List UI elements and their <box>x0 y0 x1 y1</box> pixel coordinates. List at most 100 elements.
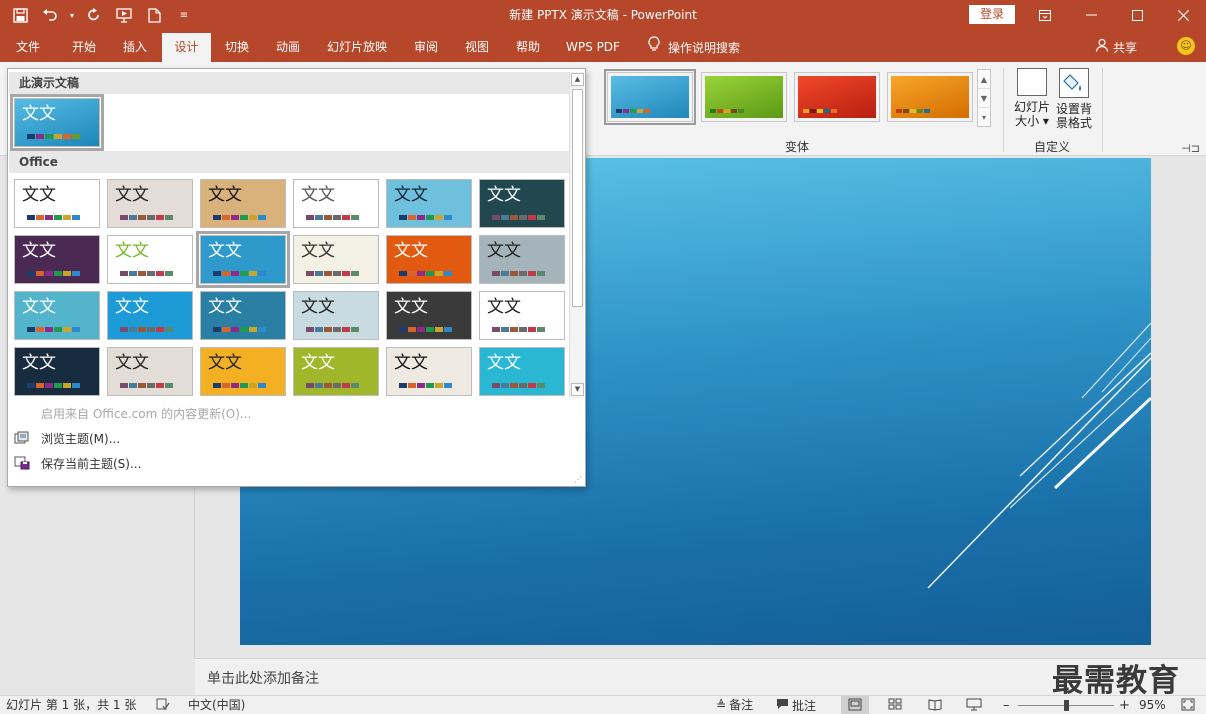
feedback-smiley-icon[interactable]: ☺ <box>1177 37 1195 55</box>
ribbon-tab-bar: 文件 开始 插入 设计 切换 动画 幻灯片放映 审阅 视图 帮助 WPS PDF… <box>0 30 1206 62</box>
variant-3[interactable] <box>794 72 880 122</box>
browse-themes-item[interactable]: 浏览主题(M)... <box>8 430 568 448</box>
current-theme-thumbnail[interactable]: 文文 <box>10 94 104 151</box>
theme-colors <box>399 271 452 276</box>
theme-thumbnail[interactable]: 文文 <box>14 347 100 396</box>
resize-grip-icon[interactable]: ⋰ <box>574 475 582 484</box>
start-from-beginning-icon[interactable] <box>112 3 136 27</box>
tab-slide-show[interactable]: 幻灯片放映 <box>320 33 394 62</box>
undo-dropdown-icon[interactable]: ▾ <box>68 3 76 27</box>
theme-glyph: 文文 <box>394 297 428 317</box>
theme-thumbnail[interactable]: 文文 <box>293 347 379 396</box>
theme-thumbnail[interactable]: 文文 <box>200 291 286 340</box>
variant-4[interactable] <box>887 72 973 122</box>
zoom-level[interactable]: 95% <box>1139 698 1166 713</box>
undo-icon[interactable] <box>38 3 62 27</box>
normal-view-icon[interactable] <box>841 696 869 714</box>
fit-to-window-icon[interactable] <box>1181 698 1195 714</box>
gallery-scroll-up-icon[interactable]: ▲ <box>978 70 990 89</box>
theme-thumbnail[interactable]: 文文 <box>107 179 193 228</box>
theme-colors <box>120 327 173 332</box>
theme-thumbnail[interactable]: 文文 <box>107 291 193 340</box>
gallery-more-icon[interactable]: ▾ <box>978 108 990 127</box>
maximize-icon[interactable] <box>1114 0 1160 30</box>
customize-toolbar-icon[interactable]: ≡ <box>172 3 196 27</box>
zoom-slider-thumb[interactable] <box>1064 700 1069 711</box>
theme-glyph: 文文 <box>487 241 521 261</box>
ribbon-display-options-icon[interactable] <box>1022 0 1068 30</box>
status-bar: 幻灯片 第 1 张，共 1 张 中文(中国) ≜ 备注 批注 – + 95% <box>0 695 1206 714</box>
theme-thumbnail[interactable]: 文文 <box>293 235 379 284</box>
tab-animations[interactable]: 动画 <box>264 33 312 62</box>
tab-help[interactable]: 帮助 <box>504 33 552 62</box>
theme-thumbnail[interactable]: 文文 <box>200 179 286 228</box>
theme-thumbnail[interactable]: 文文 <box>107 347 193 396</box>
pin-ribbon-icon[interactable]: ⊣⊐ <box>1181 142 1200 155</box>
scrollbar-thumb[interactable] <box>572 89 583 307</box>
tab-view[interactable]: 视图 <box>453 33 501 62</box>
variant-1[interactable] <box>604 69 696 125</box>
theme-thumbnail[interactable]: 文文 <box>14 291 100 340</box>
theme-thumbnail[interactable]: 文文 <box>293 179 379 228</box>
zoom-in-icon[interactable]: + <box>1119 698 1130 713</box>
theme-thumbnail[interactable]: 文文 <box>293 291 379 340</box>
save-icon[interactable] <box>8 3 32 27</box>
quick-access-toolbar: ▾ ≡ <box>8 0 196 30</box>
reading-view-icon[interactable] <box>928 698 942 714</box>
slide-show-view-icon[interactable] <box>966 698 982 714</box>
theme-colors <box>306 271 359 276</box>
theme-colors <box>213 271 266 276</box>
tab-review[interactable]: 审阅 <box>402 33 450 62</box>
theme-thumbnail[interactable]: 文文 <box>479 291 565 340</box>
theme-glyph: 文文 <box>22 241 56 261</box>
gallery-scroll-down-icon[interactable]: ▼ <box>978 89 990 108</box>
theme-thumbnail[interactable]: 文文 <box>200 347 286 396</box>
theme-thumbnail[interactable]: 文文 <box>386 179 472 228</box>
theme-thumbnail[interactable]: 文文 <box>107 235 193 284</box>
theme-thumbnail[interactable]: 文文 <box>479 347 565 396</box>
close-icon[interactable] <box>1160 0 1206 30</box>
format-background-button[interactable]: 设置背 景格式 <box>1053 68 1095 130</box>
theme-thumbnail[interactable]: 文文 <box>14 235 100 284</box>
share-button[interactable]: 共享 <box>1095 33 1137 62</box>
theme-thumbnail[interactable]: 文文 <box>386 235 472 284</box>
slide-sorter-view-icon[interactable] <box>888 698 902 714</box>
tell-me-search[interactable]: 操作说明搜索 <box>648 33 740 62</box>
theme-thumbnail[interactable]: 文文 <box>386 291 472 340</box>
tab-design[interactable]: 设计 <box>162 33 211 62</box>
spell-check-icon[interactable] <box>156 698 170 714</box>
scroll-down-icon[interactable]: ▼ <box>571 383 584 396</box>
theme-glyph: 文文 <box>115 353 149 373</box>
scroll-up-icon[interactable]: ▲ <box>571 73 584 86</box>
slide-size-label-2: 大小 ▾ <box>1015 114 1049 128</box>
themes-gallery-dropdown: 此演示文稿 文文 Office 文文 文文 文文 文文 文文 文文 文文 文文 文文 文文 文文 文文… <box>7 68 586 487</box>
variant-2[interactable] <box>701 72 787 122</box>
themes-scrollbar[interactable]: ▲ ▼ <box>569 72 584 398</box>
new-document-icon[interactable] <box>142 3 166 27</box>
tab-wps-pdf[interactable]: WPS PDF <box>560 33 626 62</box>
theme-glyph: 文文 <box>301 185 335 205</box>
tab-transitions[interactable]: 切换 <box>213 33 261 62</box>
theme-colors <box>306 327 359 332</box>
language-status[interactable]: 中文(中国) <box>188 698 245 713</box>
slide-size-button[interactable]: 幻灯片 大小 ▾ <box>1011 68 1053 128</box>
theme-thumbnail[interactable]: 文文 <box>14 179 100 228</box>
login-button[interactable]: 登录 <box>969 5 1015 24</box>
zoom-out-icon[interactable]: – <box>1003 698 1010 713</box>
slide-count-status[interactable]: 幻灯片 第 1 张，共 1 张 <box>6 698 136 713</box>
theme-thumbnail[interactable]: 文文 <box>196 231 290 288</box>
tab-home[interactable]: 开始 <box>60 33 108 62</box>
theme-thumbnail[interactable]: 文文 <box>479 235 565 284</box>
notes-button[interactable]: ≜ 备注 <box>716 698 753 713</box>
minimize-icon[interactable] <box>1068 0 1114 30</box>
comments-button[interactable]: 批注 <box>776 698 816 714</box>
theme-thumbnail[interactable]: 文文 <box>479 179 565 228</box>
redo-icon[interactable] <box>82 3 106 27</box>
tab-insert[interactable]: 插入 <box>111 33 159 62</box>
variants-gallery-scroll[interactable]: ▲ ▼ ▾ <box>977 69 991 127</box>
customize-group-label: 自定义 <box>1034 140 1071 154</box>
tab-file[interactable]: 文件 <box>4 33 52 62</box>
slide-size-label-1: 幻灯片 <box>1013 100 1050 114</box>
save-current-theme-item[interactable]: 保存当前主题(S)... <box>8 455 568 473</box>
theme-thumbnail[interactable]: 文文 <box>386 347 472 396</box>
